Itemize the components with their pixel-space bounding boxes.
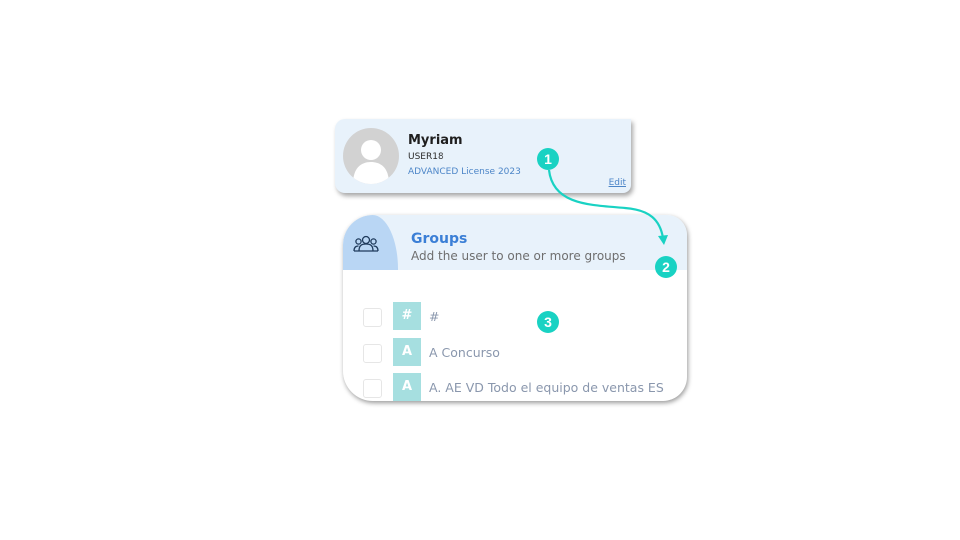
- annotation-arrow: [547, 169, 668, 245]
- step-2-badge: 2: [655, 256, 677, 278]
- step-1-badge: 1: [537, 148, 559, 170]
- step-3-badge: 3: [537, 311, 559, 333]
